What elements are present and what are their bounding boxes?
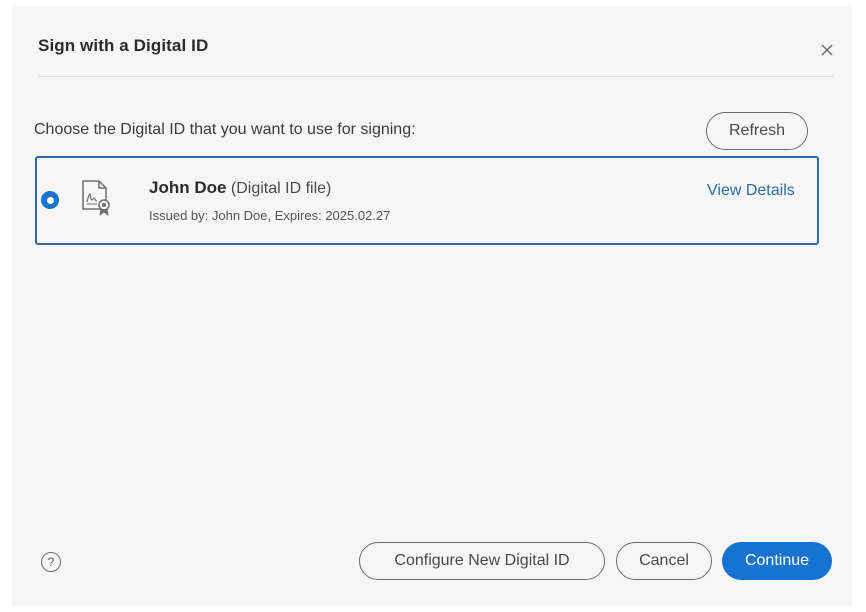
configure-new-digital-id-button[interactable]: Configure New Digital ID (359, 542, 605, 580)
digital-id-radio[interactable] (41, 191, 59, 209)
instruction-text: Choose the Digital ID that you want to u… (34, 121, 416, 138)
help-icon[interactable]: ? (41, 552, 61, 572)
certificate-file-icon (82, 180, 110, 216)
digital-id-item[interactable]: John Doe (Digital ID file) Issued by: Jo… (35, 156, 819, 245)
radio-selected-dot (46, 196, 54, 204)
digital-id-issuer-expiry: Issued by: John Doe, Expires: 2025.02.27 (149, 208, 391, 223)
cancel-button[interactable]: Cancel (616, 542, 712, 580)
digital-id-name: John Doe (149, 178, 227, 197)
close-button[interactable] (816, 39, 838, 61)
title-divider (38, 76, 834, 77)
digital-id-type: (Digital ID file) (230, 180, 332, 197)
continue-button[interactable]: Continue (722, 542, 832, 580)
refresh-button[interactable]: Refresh (706, 112, 808, 150)
sign-digital-id-dialog: Sign with a Digital ID Choose the Digita… (12, 6, 852, 606)
close-icon (821, 44, 833, 56)
view-details-link[interactable]: View Details (707, 182, 795, 200)
digital-id-title: John Doe (Digital ID file) (149, 178, 331, 198)
dialog-title: Sign with a Digital ID (38, 36, 209, 55)
